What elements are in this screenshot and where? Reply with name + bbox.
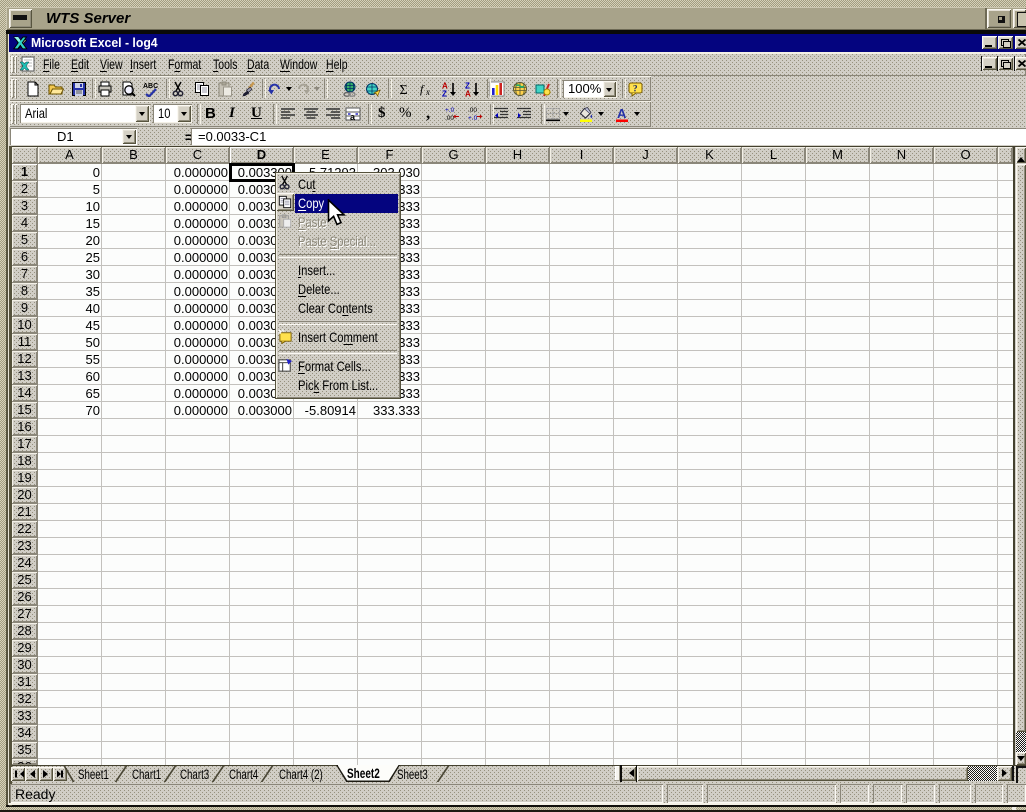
svg-text:A: A bbox=[465, 90, 471, 98]
svg-text:A: A bbox=[617, 106, 627, 121]
svg-text:+.0: +.0 bbox=[445, 107, 455, 114]
svg-text:+.0: +.0 bbox=[468, 115, 478, 122]
svg-text:x: x bbox=[425, 87, 430, 97]
svg-text:?: ? bbox=[633, 84, 638, 94]
svg-text:.00: .00 bbox=[445, 115, 454, 122]
svg-text:f: f bbox=[420, 82, 425, 96]
svg-text:Σ: Σ bbox=[400, 83, 408, 97]
svg-text:.00: .00 bbox=[468, 107, 477, 114]
svg-text:Z: Z bbox=[442, 90, 447, 98]
